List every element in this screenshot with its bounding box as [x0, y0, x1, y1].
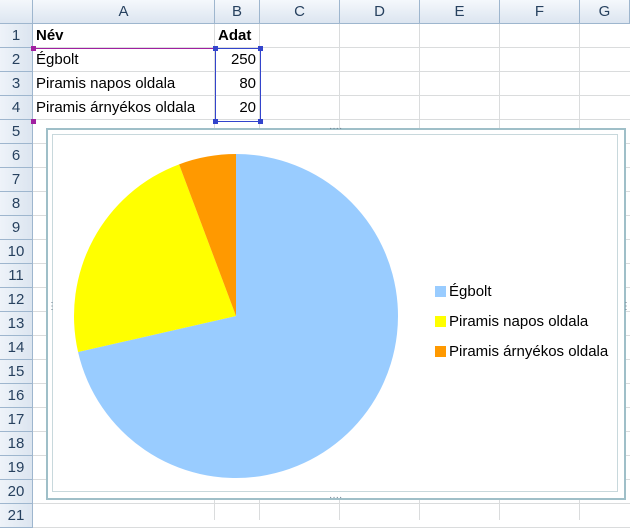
row-header-21[interactable]: 21	[0, 504, 33, 528]
row-header-9[interactable]: 9	[0, 216, 33, 240]
column-header-c[interactable]: C	[260, 0, 340, 24]
row-header-2[interactable]: 2	[0, 48, 33, 72]
category-range-highlight	[33, 48, 216, 121]
row-header-4[interactable]: 4	[0, 96, 33, 120]
legend-item[interactable]: Piramis árnyékos oldala	[435, 341, 608, 361]
column-header-e[interactable]: E	[420, 0, 500, 24]
gridline	[33, 503, 630, 504]
legend-item[interactable]: Égbolt	[435, 281, 492, 301]
chart-resize-grip-left[interactable]: ⋮	[47, 302, 57, 312]
range-handle[interactable]	[258, 119, 263, 124]
chart-plot-area[interactable]: Égbolt Piramis napos oldala Piramis árny…	[52, 134, 618, 492]
row-header-19[interactable]: 19	[0, 456, 33, 480]
legend-label: Piramis árnyékos oldala	[449, 342, 609, 360]
row-header-5[interactable]: 5	[0, 120, 33, 144]
legend-label: Piramis napos oldala	[449, 312, 589, 330]
row-header-10[interactable]: 10	[0, 240, 33, 264]
cell-b1[interactable]: Adat	[215, 24, 260, 48]
row-header-13[interactable]: 13	[0, 312, 33, 336]
legend-swatch	[435, 285, 446, 297]
column-header-a[interactable]: A	[33, 0, 215, 24]
range-handle[interactable]	[31, 119, 36, 124]
value-range-highlight	[215, 48, 261, 122]
range-handle[interactable]	[31, 46, 36, 51]
column-header-d[interactable]: D	[340, 0, 420, 24]
select-all-corner[interactable]	[0, 0, 33, 24]
row-header-7[interactable]: 7	[0, 168, 33, 192]
spreadsheet: A B C D E F G 1 2 3 4 5 6 7 8 9 10 11 12 13 14 15 16 17 1…	[0, 0, 630, 528]
range-handle[interactable]	[213, 119, 218, 124]
legend-swatch	[435, 345, 446, 357]
row-header-8[interactable]: 8	[0, 192, 33, 216]
row-header-6[interactable]: 6	[0, 144, 33, 168]
pie-chart[interactable]: Égbolt Piramis napos oldala Piramis árny…	[46, 124, 630, 503]
column-header-b[interactable]: B	[215, 0, 260, 24]
legend-label: Égbolt	[449, 282, 492, 300]
row-header-1[interactable]: 1	[0, 24, 33, 48]
row-header-11[interactable]: 11	[0, 264, 33, 288]
chart-resize-grip-bottom[interactable]: ····	[329, 493, 342, 503]
row-header-12[interactable]: 12	[0, 288, 33, 312]
row-header-20[interactable]: 20	[0, 480, 33, 504]
row-header-18[interactable]: 18	[0, 432, 33, 456]
row-header-17[interactable]: 17	[0, 408, 33, 432]
row-header-3[interactable]: 3	[0, 72, 33, 96]
chart-resize-grip-top[interactable]: ····	[329, 124, 342, 134]
cell-a1[interactable]: Név	[33, 24, 215, 48]
row-header-15[interactable]: 15	[0, 360, 33, 384]
range-handle[interactable]	[258, 46, 263, 51]
row-header-14[interactable]: 14	[0, 336, 33, 360]
column-header-g[interactable]: G	[580, 0, 630, 24]
row-header-16[interactable]: 16	[0, 384, 33, 408]
legend-item[interactable]: Piramis napos oldala	[435, 311, 588, 331]
range-handle[interactable]	[213, 46, 218, 51]
legend-swatch	[435, 315, 446, 327]
chart-resize-grip-right[interactable]: ⋮	[621, 302, 630, 312]
column-header-f[interactable]: F	[500, 0, 580, 24]
